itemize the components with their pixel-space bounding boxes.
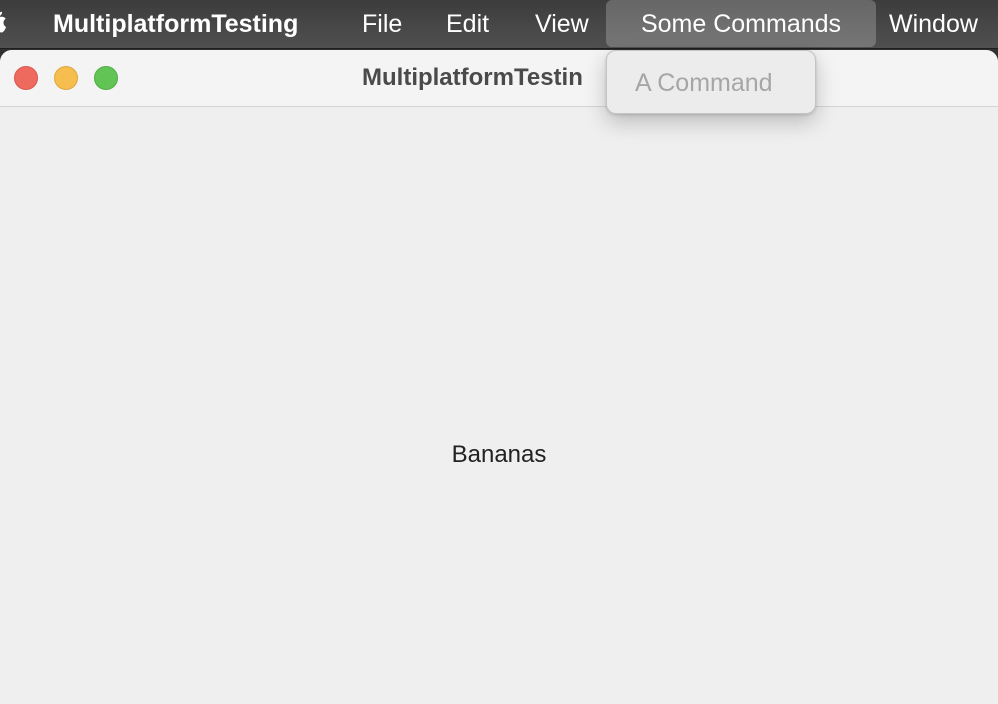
apple-logo-icon[interactable] [0, 10, 8, 34]
menu-some-commands[interactable]: Some Commands [606, 0, 876, 47]
minimize-window-button[interactable] [54, 66, 78, 90]
menu-file[interactable]: File [362, 0, 402, 48]
content-text: Bananas [451, 441, 547, 468]
menu-app-name[interactable]: MultiplatformTesting [53, 0, 298, 48]
menu-edit[interactable]: Edit [446, 0, 489, 48]
menu-view[interactable]: View [535, 0, 589, 48]
app-window: MultiplatformTestin Bananas [0, 50, 998, 704]
menu-item-a-command[interactable]: A Command [635, 51, 773, 115]
zoom-window-button[interactable] [94, 66, 118, 90]
window-titlebar[interactable]: MultiplatformTestin [0, 50, 998, 107]
some-commands-dropdown: A Command [606, 50, 816, 114]
window-content: Bananas [0, 107, 998, 704]
menu-bar: MultiplatformTesting File Edit View Some… [0, 0, 998, 48]
window-title: MultiplatformTestin [362, 64, 583, 91]
desktop-screen: MultiplatformTesting File Edit View Some… [0, 0, 998, 704]
menu-window[interactable]: Window [889, 0, 978, 48]
close-window-button[interactable] [14, 66, 38, 90]
